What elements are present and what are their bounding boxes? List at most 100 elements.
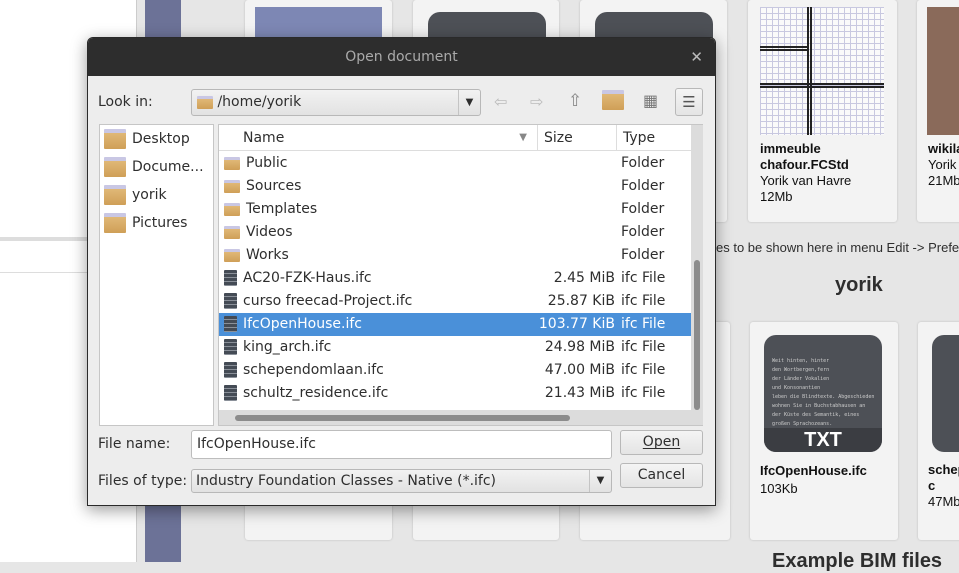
sort-down-icon: ▼ <box>519 132 527 143</box>
card-title: schep c <box>928 462 959 493</box>
file-type: ifc File <box>621 362 666 378</box>
file-size: 24.98 MiB <box>544 339 615 355</box>
file-size: 47.00 MiB <box>544 362 615 378</box>
file-icon <box>224 362 237 378</box>
folder-icon <box>224 202 240 216</box>
document-thumbnail: Weit hinten, hinter den Wortbergen,fern … <box>764 335 882 452</box>
file-type: Folder <box>621 155 665 171</box>
section-title: yorik <box>835 274 883 296</box>
forward-icon[interactable]: ⇨ <box>530 92 543 111</box>
place-pictures[interactable]: Pictures <box>100 209 213 237</box>
folder-icon <box>224 179 240 193</box>
folder-icon <box>224 156 240 170</box>
folder-icon <box>197 95 213 109</box>
list-view-icon[interactable]: ☰ <box>675 88 703 116</box>
file-name: IfcOpenHouse.ifc <box>243 316 362 332</box>
file-size: 25.87 KiB <box>547 293 615 309</box>
card-size: 21Mb <box>928 173 959 188</box>
file-type: ifc File <box>621 385 666 401</box>
open-button[interactable]: Open <box>620 430 703 455</box>
new-folder-icon[interactable] <box>602 90 624 110</box>
recent-file-card[interactable]: immeuble chafour.FCStd Yorik van Havre 1… <box>748 0 897 222</box>
up-icon[interactable]: ⇧ <box>568 91 582 111</box>
file-row[interactable]: Works Folder <box>219 244 691 267</box>
file-type: ifc File <box>621 339 666 355</box>
file-type: Folder <box>621 224 665 240</box>
file-type: ifc File <box>621 270 666 286</box>
card-title: immeuble chafour.FCStd <box>760 141 849 172</box>
file-name-label: File name: <box>98 436 171 452</box>
file-row[interactable]: IfcOpenHouse.ifc 103.77 KiB ifc File <box>219 313 691 336</box>
folder-icon <box>224 248 240 262</box>
file-icon <box>224 293 237 309</box>
folder-icon <box>104 213 126 233</box>
file-name: Works <box>246 247 289 263</box>
file-size: 2.45 MiB <box>553 270 615 286</box>
file-row[interactable]: schultz_residence.ifc 21.43 MiB ifc File <box>219 382 691 405</box>
file-row[interactable]: Templates Folder <box>219 198 691 221</box>
file-card[interactable]: Weit hinten, hinter den Wortbergen,fern … <box>750 322 898 540</box>
file-name: Sources <box>246 178 302 194</box>
file-row[interactable]: Videos Folder <box>219 221 691 244</box>
folder-icon <box>224 225 240 239</box>
place-yorik[interactable]: yorik <box>100 181 213 209</box>
file-type: Folder <box>621 247 665 263</box>
document-thumbnail <box>932 335 959 452</box>
files-of-type-combo[interactable]: Industry Foundation Classes - Native (*.… <box>191 469 612 493</box>
file-name: Videos <box>246 224 293 240</box>
file-row[interactable]: king_arch.ifc 24.98 MiB ifc File <box>219 336 691 359</box>
file-type: ifc File <box>621 293 666 309</box>
chevron-down-icon: ▼ <box>458 90 480 115</box>
card-size: 12Mb <box>760 189 793 204</box>
column-type[interactable]: Type <box>617 125 691 151</box>
file-row[interactable]: schependomlaan.ifc 47.00 MiB ifc File <box>219 359 691 382</box>
places-sidebar: Desktop Docume... yorik Pictures <box>99 124 214 426</box>
chevron-down-icon: ▼ <box>589 470 611 492</box>
card-title: wikila <box>928 141 959 156</box>
file-type: ifc File <box>621 316 666 332</box>
floorplan-thumbnail <box>760 7 884 135</box>
file-name: schependomlaan.ifc <box>243 362 384 378</box>
file-row[interactable]: Sources Folder <box>219 175 691 198</box>
card-author: Yorik van Havre <box>760 173 852 188</box>
folder-icon <box>104 185 126 205</box>
icon-view-icon[interactable]: ▦ <box>643 91 658 110</box>
dialog-title: Open document <box>345 49 458 65</box>
file-name: king_arch.ifc <box>243 339 332 355</box>
look-in-combo[interactable]: /home/yorik ▼ <box>191 89 481 116</box>
list-header: Name ▼ Size Type <box>219 125 691 151</box>
open-document-dialog: Open document ✕ Look in: /home/yorik ▼ ⇦… <box>87 37 716 506</box>
file-icon <box>224 316 237 332</box>
folder-icon <box>104 157 126 177</box>
dialog-titlebar[interactable]: Open document <box>88 38 715 76</box>
column-name[interactable]: Name ▼ <box>219 125 538 151</box>
file-size: 21.43 MiB <box>544 385 615 401</box>
cancel-button[interactable]: Cancel <box>620 463 703 488</box>
file-row[interactable]: curso freecad-Project.ifc 25.87 KiB ifc … <box>219 290 691 313</box>
file-name-input[interactable]: IfcOpenHouse.ifc <box>191 430 612 459</box>
file-icon <box>224 270 237 286</box>
card-author: Yorik <box>928 157 957 172</box>
vertical-scroll-thumb[interactable] <box>694 260 700 410</box>
file-name: Public <box>246 155 288 171</box>
file-icon <box>224 385 237 401</box>
file-name: AC20-FZK-Haus.ifc <box>243 270 372 286</box>
horizontal-scroll-thumb[interactable] <box>235 415 570 421</box>
back-icon[interactable]: ⇦ <box>494 92 507 111</box>
file-name: schultz_residence.ifc <box>243 385 389 401</box>
thumbnail <box>927 7 959 135</box>
file-name: curso freecad-Project.ifc <box>243 293 413 309</box>
file-row[interactable]: AC20-FZK-Haus.ifc 2.45 MiB ifc File <box>219 267 691 290</box>
recent-file-card[interactable]: wikila Yorik 21Mb <box>917 0 959 222</box>
column-size[interactable]: Size <box>538 125 617 151</box>
file-size: 103.77 KiB <box>538 316 615 332</box>
place-documents[interactable]: Docume... <box>100 153 213 181</box>
file-type: Folder <box>621 201 665 217</box>
card-size: 47Mb <box>928 494 959 509</box>
place-desktop[interactable]: Desktop <box>100 125 213 153</box>
folder-icon <box>104 129 126 149</box>
close-icon[interactable]: ✕ <box>690 38 703 76</box>
file-card[interactable]: schep c 47Mb <box>918 322 959 540</box>
file-row[interactable]: Public Folder <box>219 152 691 175</box>
file-icon <box>224 339 237 355</box>
